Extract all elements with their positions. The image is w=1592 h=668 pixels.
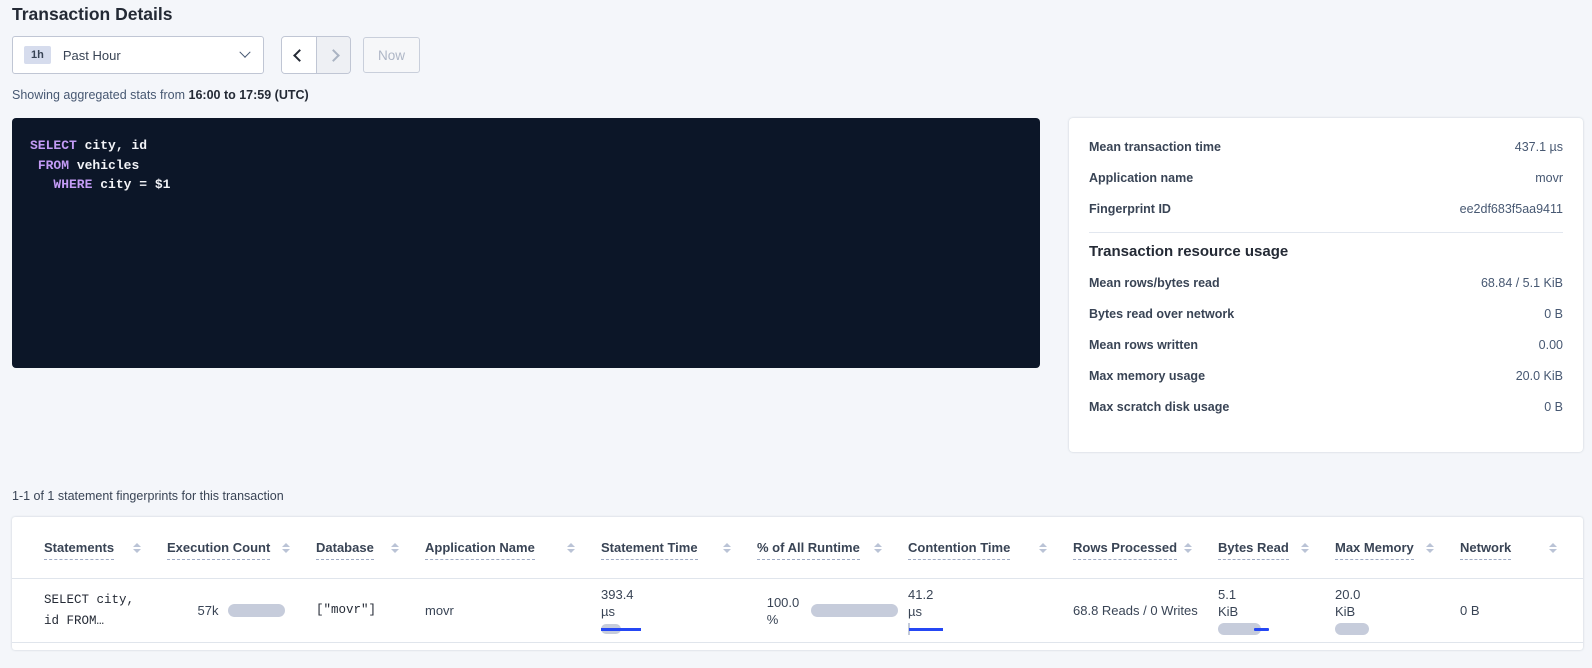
chevron-left-icon [293, 49, 306, 62]
summary-label: Mean rows written [1089, 338, 1198, 352]
summary-value: 437.1 µs [1515, 140, 1563, 154]
now-button[interactable]: Now [363, 37, 420, 73]
chevron-down-icon [239, 47, 250, 58]
summary-label: Max scratch disk usage [1089, 400, 1229, 414]
pct-of-runtime-bar [811, 604, 898, 617]
column-header-database[interactable]: Database [316, 540, 425, 578]
max-memory-bar [1335, 623, 1369, 635]
column-header-statements[interactable]: Statements [44, 540, 167, 578]
time-step-buttons [281, 36, 351, 74]
rows-processed-cell: 68.8 Reads / 0 Writes [1073, 603, 1218, 618]
summary-row: Mean rows written 0.00 [1089, 329, 1563, 360]
sort-icon[interactable] [282, 543, 290, 578]
column-header-max-memory[interactable]: Max Memory [1335, 540, 1460, 578]
summary-label: Max memory usage [1089, 369, 1205, 383]
time-range-badge: 1h [24, 46, 51, 64]
bytes-read-cell: 5.1 KiB [1218, 586, 1335, 635]
summary-label: Mean transaction time [1089, 140, 1221, 154]
table-row: SELECT city, id FROM… 57k ["movr"] movr … [12, 578, 1583, 643]
sort-icon[interactable] [723, 543, 731, 578]
resource-usage-title: Transaction resource usage [1089, 243, 1563, 260]
time-range-dropdown[interactable]: 1h Past Hour [12, 36, 264, 74]
statement-fingerprint-link[interactable]: SELECT city, id FROM… [44, 590, 167, 632]
database-cell: ["movr"] [316, 600, 425, 621]
sort-icon[interactable] [567, 543, 575, 578]
sort-icon[interactable] [391, 543, 399, 578]
summary-row: Max scratch disk usage 0 B [1089, 391, 1563, 422]
summary-label: Application name [1089, 171, 1193, 185]
summary-value: ee2df683f5aa9411 [1460, 202, 1563, 216]
sort-icon[interactable] [1301, 543, 1309, 578]
caption-prefix: Showing aggregated stats from [12, 88, 189, 102]
page-title: Transaction Details [12, 4, 172, 25]
sort-icon[interactable] [874, 543, 882, 578]
summary-row: Mean rows/bytes read 68.84 / 5.1 KiB [1089, 267, 1563, 298]
summary-row: Application name movr [1089, 162, 1563, 193]
sql-line: FROM vehicles [30, 156, 1022, 176]
contention-time-cell: 41.2 µs [908, 586, 1073, 635]
sql-line: WHERE city = $1 [30, 175, 1022, 195]
execution-count-bar [228, 604, 285, 617]
sql-keyword: WHERE [53, 177, 92, 192]
application-name-cell: movr [425, 603, 601, 618]
summary-label: Fingerprint ID [1089, 202, 1171, 216]
statements-count-caption: 1-1 of 1 statement fingerprints for this… [12, 489, 284, 503]
transaction-sql-box: SELECT city, id FROM vehicles WHERE city… [12, 118, 1040, 368]
summary-value: 0 B [1544, 400, 1563, 414]
column-header-statement-time[interactable]: Statement Time [601, 540, 757, 578]
table-header-row: Statements Execution Count Database Appl… [12, 517, 1583, 578]
network-cell: 0 B [1460, 603, 1583, 618]
summary-value: 0 B [1544, 307, 1563, 321]
max-memory-cell: 20.0 KiB [1335, 586, 1460, 635]
contention-time-bar [908, 623, 948, 635]
summary-value: 68.84 / 5.1 KiB [1481, 276, 1563, 290]
summary-value: 20.0 KiB [1516, 369, 1563, 383]
sql-keyword: SELECT [30, 138, 77, 153]
summary-value: 0.00 [1539, 338, 1563, 352]
sort-icon[interactable] [1039, 543, 1047, 578]
sort-icon[interactable] [1549, 543, 1557, 578]
next-interval-button[interactable] [316, 37, 350, 73]
divider [1089, 232, 1563, 233]
caption-time-range: 16:00 to 17:59 (UTC) [189, 88, 309, 102]
column-header-application-name[interactable]: Application Name [425, 540, 601, 578]
summary-label: Mean rows/bytes read [1089, 276, 1220, 290]
previous-interval-button[interactable] [282, 37, 316, 73]
sort-icon[interactable] [1184, 543, 1192, 578]
column-header-pct-of-runtime[interactable]: % of All Runtime [757, 540, 908, 578]
execution-count-cell: 57k [167, 603, 316, 618]
time-range-label: Past Hour [63, 48, 121, 63]
sort-icon[interactable] [133, 543, 141, 578]
summary-row: Mean transaction time 437.1 µs [1089, 131, 1563, 162]
column-header-contention-time[interactable]: Contention Time [908, 540, 1073, 578]
time-controls: 1h Past Hour Now [12, 36, 420, 74]
statements-table: Statements Execution Count Database Appl… [12, 517, 1583, 650]
bytes-read-bar [1218, 623, 1270, 635]
summary-value: movr [1535, 171, 1563, 185]
sql-keyword: FROM [38, 158, 69, 173]
aggregated-stats-caption: Showing aggregated stats from 16:00 to 1… [12, 88, 309, 102]
summary-label: Bytes read over network [1089, 307, 1234, 321]
column-header-rows-processed[interactable]: Rows Processed [1073, 540, 1218, 578]
pct-of-runtime-cell: 100.0 % [757, 594, 908, 628]
column-header-bytes-read[interactable]: Bytes Read [1218, 540, 1335, 578]
summary-row: Fingerprint ID ee2df683f5aa9411 [1089, 193, 1563, 224]
statement-time-cell: 393.4 µs [601, 586, 757, 635]
summary-row: Max memory usage 20.0 KiB [1089, 360, 1563, 391]
chevron-right-icon [327, 49, 340, 62]
statement-time-bar [601, 623, 647, 635]
column-header-network[interactable]: Network [1460, 540, 1583, 578]
sql-line: SELECT city, id [30, 136, 1022, 156]
summary-row: Bytes read over network 0 B [1089, 298, 1563, 329]
column-header-execution-count[interactable]: Execution Count [167, 540, 316, 578]
sort-icon[interactable] [1426, 543, 1434, 578]
transaction-summary-card: Mean transaction time 437.1 µs Applicati… [1069, 118, 1583, 452]
